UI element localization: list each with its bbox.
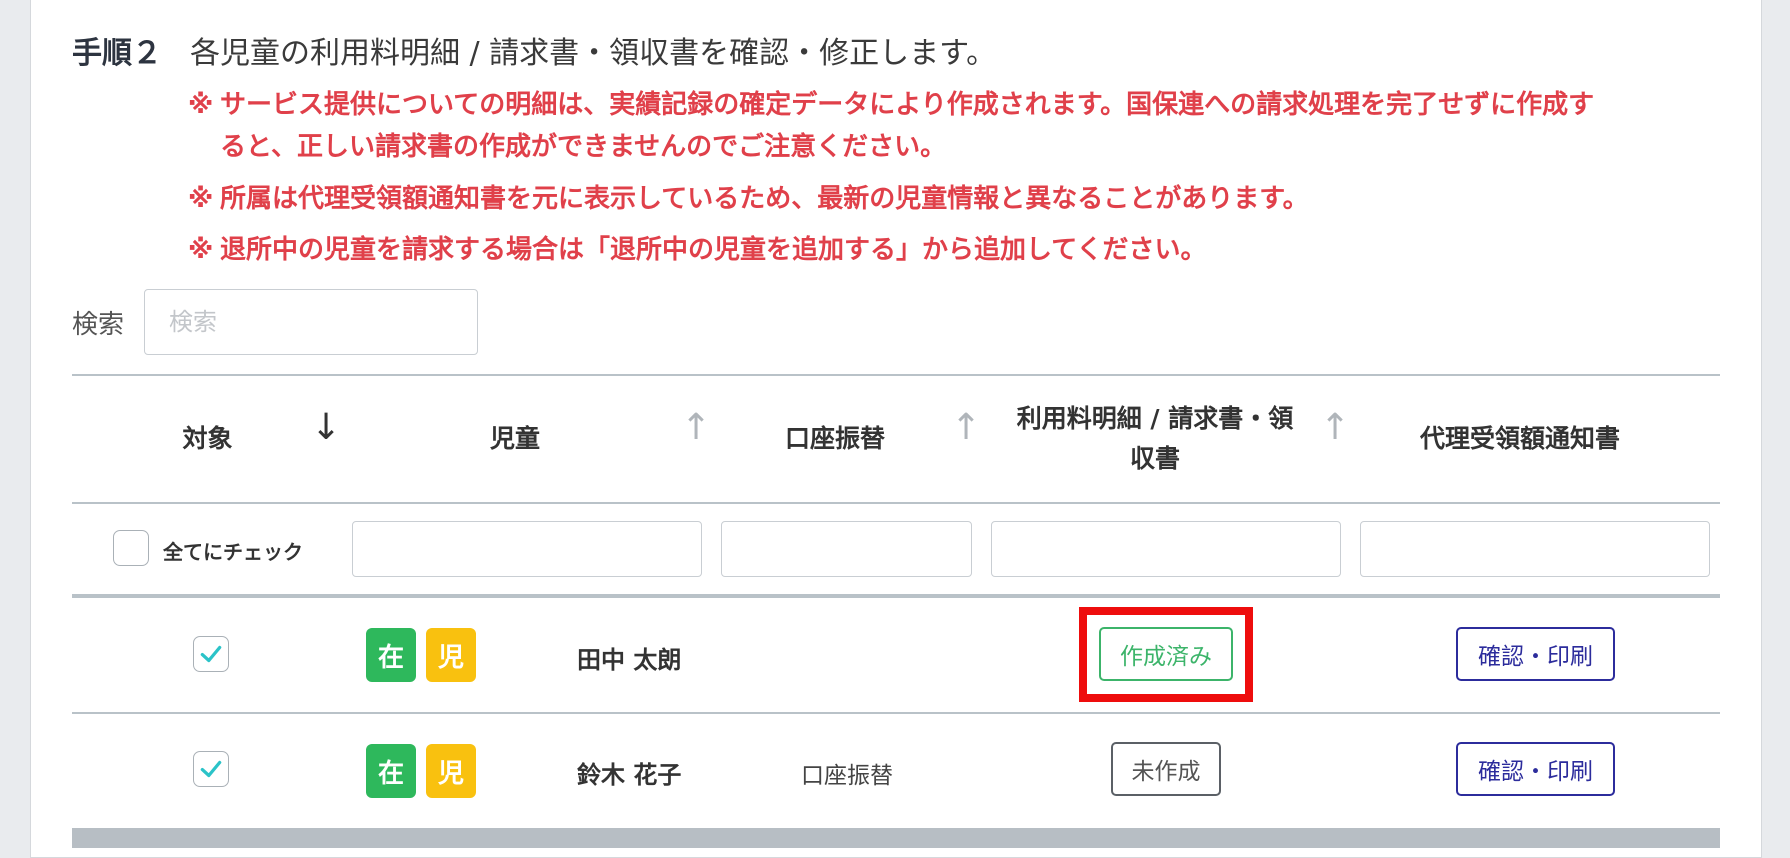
table-footer-bar: [72, 828, 1720, 848]
notice-filter-input[interactable]: [1360, 521, 1710, 577]
row-checkbox[interactable]: [193, 636, 229, 672]
header-child[interactable]: 児童: [420, 375, 610, 503]
header-statement-line: 利用料明細 / 請求書・領: [1016, 404, 1294, 433]
header-notice: 代理受領額通知書: [1419, 424, 1620, 453]
search-input[interactable]: [144, 289, 478, 355]
note-mark: ※: [188, 235, 214, 265]
transfer-filter-input[interactable]: [721, 521, 972, 577]
statement-filter-input[interactable]: [991, 521, 1341, 577]
child-filter-input[interactable]: [352, 521, 702, 577]
note-1: ※ サービス提供についての明細は、実績記録の確定データにより作成されます。国保連…: [188, 84, 1728, 168]
note-line: ると、正しい請求書の作成ができませんのでご注意ください。: [220, 132, 947, 162]
row-divider: [72, 712, 1720, 714]
note-2: ※ 所属は代理受領額通知書を元に表示しているため、最新の児童情報と異なることがあ…: [188, 178, 1728, 220]
step-heading: 手順２ 各児童の利用料明細 / 請求書・領収書を確認・修正します。: [72, 28, 996, 72]
search-label: 検索: [72, 310, 125, 340]
child-name: 田中 太朗: [577, 646, 682, 674]
confirm-print-button[interactable]: 確認・印刷: [1456, 627, 1615, 681]
arrow-up-icon[interactable]: ↑: [951, 410, 981, 446]
arrow-down-icon[interactable]: ↓: [311, 410, 341, 446]
header-statement[interactable]: 利用料明細 / 請求書・領 収書: [1000, 375, 1310, 503]
confirm-print-button[interactable]: 確認・印刷: [1456, 742, 1615, 796]
step-number: 手順２: [72, 36, 162, 71]
checkmark-icon: [200, 645, 222, 663]
filter-divider: [72, 594, 1720, 598]
highlight-box: [1079, 607, 1253, 702]
arrow-up-icon[interactable]: ↑: [681, 410, 711, 446]
statement-not-created-button[interactable]: 未作成: [1111, 742, 1221, 796]
transfer-text: 口座振替: [801, 763, 893, 789]
child-name: 鈴木 花子: [577, 761, 682, 789]
header-divider: [72, 502, 1720, 504]
note-line: 退所中の児童を請求する場合は「退所中の児童を追加する」から追加してください。: [220, 235, 1207, 265]
checkmark-icon: [200, 760, 222, 778]
step-title: 各児童の利用料明細 / 請求書・領収書を確認・修正します。: [190, 36, 997, 71]
header-transfer[interactable]: 口座振替: [760, 375, 910, 503]
arrow-up-icon[interactable]: ↑: [1320, 410, 1350, 446]
header-statement-line: 収書: [1129, 444, 1180, 473]
note-line: サービス提供についての明細は、実績記録の確定データにより作成されます。国保連への…: [220, 90, 1595, 120]
header-target[interactable]: 対象: [150, 375, 265, 503]
status-badge: 在: [366, 628, 416, 682]
type-badge: 児: [426, 628, 476, 682]
note-3: ※ 退所中の児童を請求する場合は「退所中の児童を追加する」から追加してください。: [188, 229, 1728, 271]
note-mark: ※: [188, 184, 214, 214]
note-line: 所属は代理受領額通知書を元に表示しているため、最新の児童情報と異なることがありま…: [220, 184, 1309, 214]
status-badge: 在: [366, 744, 416, 798]
note-mark: ※: [188, 90, 214, 120]
check-all-checkbox[interactable]: [113, 530, 149, 566]
row-checkbox[interactable]: [193, 751, 229, 787]
type-badge: 児: [426, 744, 476, 798]
check-all-label: 全てにチェック: [163, 540, 303, 564]
